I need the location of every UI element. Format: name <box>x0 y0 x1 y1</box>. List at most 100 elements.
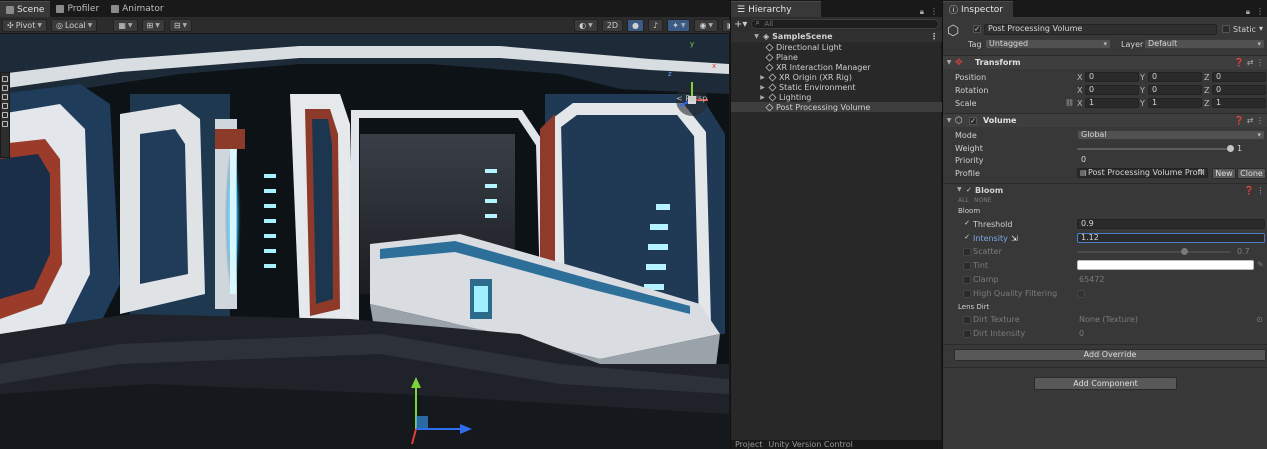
add-component-button[interactable]: Add Component <box>1034 377 1177 390</box>
expand-arrow-icon[interactable]: ▼ <box>753 33 760 40</box>
hq-override-check[interactable] <box>963 290 971 298</box>
axis-z-label[interactable]: Z <box>1204 86 1209 95</box>
mode-dropdown[interactable]: Global <box>1077 130 1265 140</box>
foldout-arrow-icon[interactable]: ▼ <box>943 117 955 124</box>
effects-dropdown[interactable]: ✦ ▼ <box>667 18 691 32</box>
tab-scene[interactable]: Scene <box>0 1 51 17</box>
component-menu-icons[interactable]: ❓ ⇄ ⋮ <box>1234 116 1267 125</box>
tab-hierarchy[interactable]: ☰ Hierarchy <box>731 1 821 17</box>
hierarchy-search-input[interactable]: All <box>751 19 939 29</box>
transform-z-field[interactable]: 1 <box>1212 98 1266 108</box>
scale-tool-icon[interactable] <box>2 103 8 109</box>
pivot-dropdown[interactable]: ✣ Pivot ▼ <box>2 18 47 32</box>
weight-value[interactable]: 1 <box>1237 144 1242 153</box>
volume-header[interactable]: ▼ ⬡ ✓ Volume ❓ ⇄ ⋮ <box>943 113 1267 127</box>
priority-field[interactable]: 0 <box>1077 155 1265 165</box>
rect-tool-icon[interactable] <box>2 112 8 118</box>
tab-project[interactable]: Project <box>735 440 762 449</box>
transform-z-field[interactable]: 0 <box>1212 72 1266 82</box>
tint-override-check[interactable] <box>963 262 971 270</box>
snap-increment-button[interactable]: ⊞ ▼ <box>141 18 165 32</box>
clamp-value[interactable]: 65472 <box>1079 275 1104 284</box>
threshold-field[interactable]: 0.9 <box>1077 219 1265 229</box>
dirt-texture-value[interactable]: None (Texture) <box>1079 315 1138 324</box>
scatter-value[interactable]: 0.7 <box>1237 247 1250 256</box>
more-menu-icon[interactable]: ⋮ <box>930 7 938 17</box>
tint-color-field[interactable] <box>1077 260 1254 270</box>
hierarchy-item[interactable]: Directional Light <box>731 42 942 52</box>
new-profile-button[interactable]: New <box>1212 168 1236 179</box>
expand-arrow-icon[interactable]: ▶ <box>759 74 766 81</box>
tab-version-control[interactable]: Unity Version Control <box>768 440 852 449</box>
hidden-objects-toggle[interactable]: ◉ ▼ <box>694 18 719 32</box>
intensity-override-check[interactable]: ✓ <box>963 234 971 242</box>
scene-viewport[interactable]: y x z < Persp <box>0 34 729 449</box>
transform-y-field[interactable]: 0 <box>1148 85 1202 95</box>
dirt-intensity-override-check[interactable] <box>963 330 971 338</box>
more-menu-icon[interactable]: ⋮ <box>1256 7 1264 17</box>
component-menu-icons[interactable]: ❓ ⇄ ⋮ <box>1234 58 1267 67</box>
tag-dropdown[interactable]: Untagged <box>985 39 1111 49</box>
all-toggle[interactable]: ALL <box>958 197 969 204</box>
transform-x-field[interactable]: 0 <box>1085 85 1139 95</box>
axis-x-label[interactable]: X <box>1077 73 1082 82</box>
lock-icon[interactable]: 🔒︎ <box>1246 7 1250 17</box>
lighting-toggle[interactable]: ● <box>627 18 644 32</box>
clamp-override-check[interactable] <box>963 276 971 284</box>
link-icon[interactable]: ⛓ <box>1065 99 1074 107</box>
tab-inspector[interactable]: ⓘ Inspector <box>943 1 1013 17</box>
hierarchy-item[interactable]: XR Interaction Manager <box>731 62 942 72</box>
more-menu-icon[interactable]: ⋮ <box>930 32 942 41</box>
ruler-button[interactable]: ⊟ ▼ <box>168 18 193 32</box>
threshold-override-check[interactable]: ✓ <box>963 220 971 228</box>
grid-snap-button[interactable]: ▦ ▼ <box>113 18 138 32</box>
axis-x-label[interactable]: X <box>1077 86 1082 95</box>
bloom-menu-icons[interactable]: ❓ ⋮ <box>1244 186 1265 195</box>
expand-arrow-icon[interactable]: ▶ <box>759 94 766 101</box>
tab-profiler[interactable]: Profiler <box>50 1 105 17</box>
transform-z-field[interactable]: 0 <box>1212 85 1266 95</box>
move-tool-icon[interactable] <box>2 85 8 91</box>
foldout-arrow-icon[interactable]: ▼ <box>943 59 955 66</box>
layer-dropdown[interactable]: Default <box>1144 39 1265 49</box>
mode-2d-toggle[interactable]: 2D <box>601 18 624 32</box>
object-picker-icon[interactable]: ⊙ <box>1256 315 1263 324</box>
transform-x-field[interactable]: 0 <box>1085 72 1139 82</box>
add-override-button[interactable]: Add Override <box>954 349 1266 361</box>
perspective-label[interactable]: < Persp <box>676 94 707 103</box>
tab-animator[interactable]: Animator <box>105 1 169 17</box>
dirt-intensity-value[interactable]: 0 <box>1079 329 1084 338</box>
transform-x-field[interactable]: 1 <box>1085 98 1139 108</box>
transform-header[interactable]: ▼ ✥ Transform ❓ ⇄ ⋮ <box>943 55 1267 69</box>
scatter-slider-track[interactable] <box>1077 251 1231 253</box>
axis-y-label[interactable]: Y <box>1140 86 1145 95</box>
active-checkbox[interactable]: ✓ <box>973 25 981 33</box>
transform-y-field[interactable]: 1 <box>1148 98 1202 108</box>
scatter-slider-knob[interactable] <box>1180 248 1188 255</box>
none-toggle[interactable]: NONE <box>974 197 992 204</box>
bloom-enabled-check[interactable]: ✓ <box>966 186 972 194</box>
axis-y-label[interactable]: Y <box>1140 73 1145 82</box>
scene-root-row[interactable]: ▼ ◈ SampleScene ⋮ <box>731 31 942 42</box>
volume-enabled-checkbox[interactable]: ✓ <box>969 116 977 125</box>
hierarchy-item[interactable]: ▶ Static Environment <box>731 82 942 92</box>
static-checkbox[interactable] <box>1222 25 1230 33</box>
foldout-arrow-icon[interactable]: ▼ <box>957 186 962 193</box>
chevron-down-icon[interactable]: ▾ <box>1259 24 1263 33</box>
audio-toggle[interactable]: ♪ <box>648 18 664 32</box>
lock-icon[interactable]: 🔒︎ <box>920 7 924 17</box>
profile-field[interactable]: Post Processing Volume Profil <box>1077 168 1208 178</box>
transform-y-field[interactable]: 0 <box>1148 72 1202 82</box>
add-icon[interactable]: +▾ <box>734 19 747 30</box>
expand-arrow-icon[interactable]: ▶ <box>759 84 766 91</box>
local-dropdown[interactable]: ◎ Local ▼ <box>50 18 98 32</box>
clone-profile-button[interactable]: Clone <box>1237 168 1266 179</box>
rotate-tool-icon[interactable] <box>2 94 8 100</box>
weight-slider-track[interactable] <box>1077 148 1231 150</box>
axis-x-label[interactable]: X <box>1077 99 1082 108</box>
intensity-field[interactable]: 1.12 <box>1077 233 1265 243</box>
hierarchy-item[interactable]: ▶ Lighting <box>731 92 942 102</box>
object-picker-icon[interactable]: ⊙ <box>1198 168 1204 176</box>
hand-tool-icon[interactable] <box>2 76 8 82</box>
draw-mode-button[interactable]: ◐ ▼ <box>574 18 598 32</box>
